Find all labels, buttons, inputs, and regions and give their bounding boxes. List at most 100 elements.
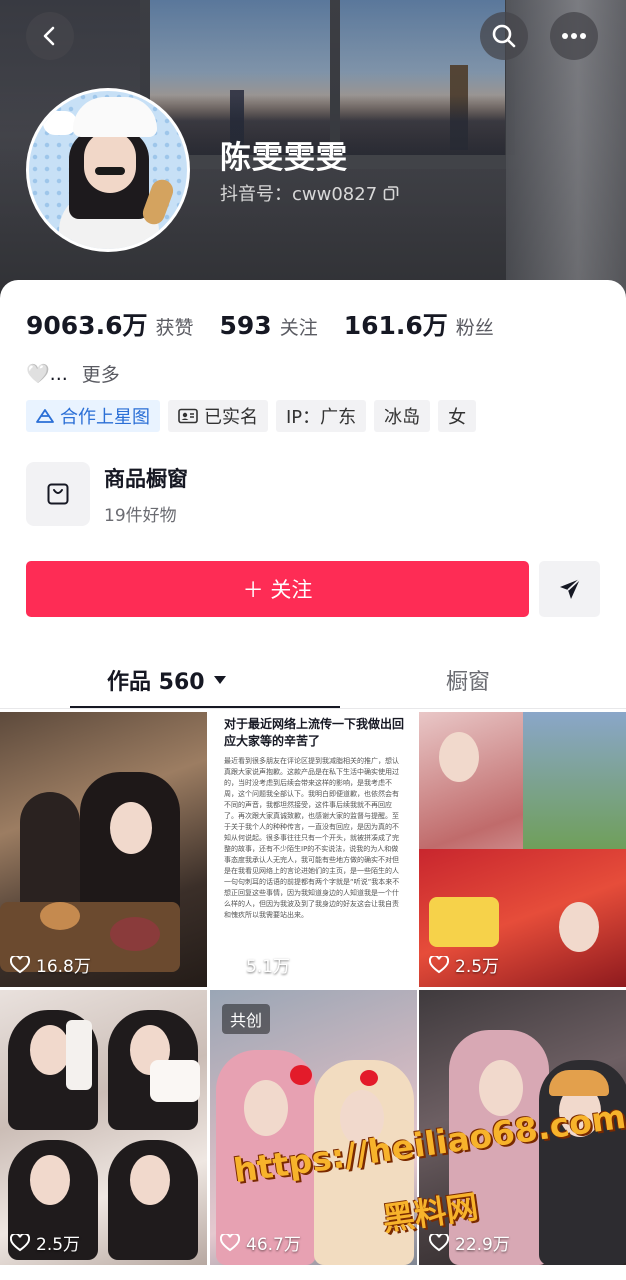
search-button[interactable] <box>480 12 528 60</box>
thumb-doc-title: 对于最近网络上流传一下我做出回应大家等的辛苦了 <box>224 717 405 748</box>
tag-gender: 女 <box>438 400 477 432</box>
avatar-chef-hat <box>73 97 157 137</box>
likes-count: 2.5万 <box>455 957 500 977</box>
likes-count: 22.9万 <box>455 1235 510 1255</box>
stat-label: 获赞 <box>155 317 194 339</box>
search-icon <box>492 24 516 48</box>
heart-icon <box>10 1233 30 1251</box>
thumb-face <box>244 1080 288 1136</box>
tab-works-label: 作品 560 <box>107 670 205 695</box>
thumb-figure <box>20 792 80 912</box>
share-button[interactable] <box>539 561 600 617</box>
avatar-face <box>84 131 136 193</box>
thumb-heart-sticker <box>290 1065 312 1085</box>
avatar[interactable] <box>26 88 190 252</box>
tag-ip-location: IP：广东 <box>276 400 367 432</box>
heart-icon <box>10 955 30 973</box>
thumb-face <box>110 802 152 854</box>
likes-count: 46.7万 <box>246 1235 301 1255</box>
tab-shop-window[interactable]: 橱窗 <box>446 664 490 696</box>
thumb-pastry <box>110 917 160 951</box>
bio-text: 🤍... <box>26 363 68 385</box>
video-likes: 2.5万 <box>10 1230 80 1255</box>
stat-number: 161.6万 <box>343 311 448 340</box>
likes-count: 16.8万 <box>36 957 91 977</box>
thumb-face <box>439 732 479 782</box>
likes-count: 2.5万 <box>36 1235 81 1255</box>
thumb-face <box>30 1025 70 1075</box>
thumb-face <box>30 1155 70 1205</box>
douyin-id-row[interactable]: 抖音号：cww0827 <box>220 180 399 206</box>
thumb-heart-sticker <box>360 1070 378 1086</box>
likes-count: 5.1万 <box>246 957 291 977</box>
thumb-pastry <box>40 902 80 930</box>
video-thumbnail[interactable]: 16.8万 <box>0 712 207 987</box>
copy-icon[interactable] <box>383 185 399 201</box>
chevron-left-icon <box>43 26 55 46</box>
tab-works[interactable]: 作品 560 <box>107 664 227 696</box>
follow-button[interactable]: ＋ 关注 <box>26 561 529 617</box>
tag-verified[interactable]: 已实名 <box>168 400 268 432</box>
video-thumbnail[interactable]: 2.5万 <box>0 990 207 1265</box>
stats-row: 9063.6万 获赞 593 关注 161.6万 粉丝 <box>26 306 520 342</box>
stat-number: 593 <box>219 311 272 340</box>
back-button[interactable] <box>26 12 74 60</box>
active-tab-indicator <box>70 706 340 708</box>
stat-label: 粉丝 <box>455 317 494 339</box>
heart-icon <box>429 955 449 973</box>
heart-icon <box>220 955 240 973</box>
bio-more-link[interactable]: 更多 <box>82 360 120 387</box>
video-likes: 5.1万 <box>220 952 290 977</box>
tag-school: 冰岛 <box>374 400 431 432</box>
video-thumbnail[interactable]: 对于最近网络上流传一下我做出回应大家等的辛苦了 最近看到很多朋友在评论区提到我减… <box>210 712 417 987</box>
tag-label: 合作上星图 <box>60 407 150 428</box>
co-creation-badge: 共创 <box>222 1004 271 1034</box>
thumb-face <box>559 902 599 952</box>
tag-label: 冰岛 <box>384 407 421 428</box>
video-likes: 22.9万 <box>429 1230 510 1255</box>
thumb-sticker <box>429 897 499 947</box>
video-likes: 46.7万 <box>220 1230 301 1255</box>
id-card-icon <box>178 408 198 424</box>
thumb-panel <box>523 712 626 849</box>
tag-label: IP：广东 <box>286 407 357 428</box>
shop-subtitle: 19件好物 <box>104 505 177 526</box>
stat-likes[interactable]: 9063.6万 获赞 <box>26 306 194 342</box>
thumb-product-jar <box>150 1060 200 1102</box>
douyin-id: 抖音号：cww0827 <box>220 184 378 205</box>
stat-following[interactable]: 593 关注 <box>220 311 318 340</box>
video-thumbnail[interactable]: 2.5万 <box>419 712 626 987</box>
video-grid: 16.8万 对于最近网络上流传一下我做出回应大家等的辛苦了 最近看到很多朋友在评… <box>0 712 626 1280</box>
tab-window-label: 橱窗 <box>446 670 491 695</box>
tag-star-map[interactable]: 合作上星图 <box>26 400 160 432</box>
heart-icon <box>220 1233 240 1251</box>
avatar-thought-bubble <box>43 111 77 135</box>
thumb-product-bottle <box>66 1020 92 1090</box>
avatar-mustache <box>95 167 125 175</box>
stat-number: 9063.6万 <box>26 311 148 340</box>
shop-window-entry[interactable]: 商品橱窗 19件好物 <box>26 462 188 526</box>
bio: 🤍... 更多 <box>26 360 120 387</box>
send-icon <box>559 578 581 599</box>
tag-label: 女 <box>448 407 467 428</box>
more-dots-icon <box>562 33 586 39</box>
more-options-button[interactable] <box>550 12 598 60</box>
thumb-face <box>479 1060 523 1116</box>
content-tabs: 作品 560 橱窗 <box>0 650 626 709</box>
tag-label: 已实名 <box>204 407 258 428</box>
heart-icon <box>429 1233 449 1251</box>
shopping-bag-icon <box>26 462 90 526</box>
thumb-face <box>130 1155 170 1205</box>
thumb-hair <box>549 1070 609 1096</box>
profile-name: 陈雯雯雯 <box>220 140 348 176</box>
stat-label: 关注 <box>279 317 318 339</box>
thumb-doc-body: 最近看到很多朋友在评论区提到我减脂相关的推广，想认真跟大家说声抱歉。这款产品是在… <box>224 757 400 919</box>
stat-followers[interactable]: 161.6万 粉丝 <box>344 306 494 342</box>
video-likes: 2.5万 <box>429 952 499 977</box>
video-likes: 16.8万 <box>10 952 91 977</box>
caret-down-icon <box>213 676 226 684</box>
profile-tags: 合作上星图 已实名 IP：广东 冰岛 女 <box>26 400 477 432</box>
shop-title: 商品橱窗 <box>104 466 188 491</box>
star-map-icon <box>36 409 54 423</box>
avatar-image <box>29 91 187 249</box>
